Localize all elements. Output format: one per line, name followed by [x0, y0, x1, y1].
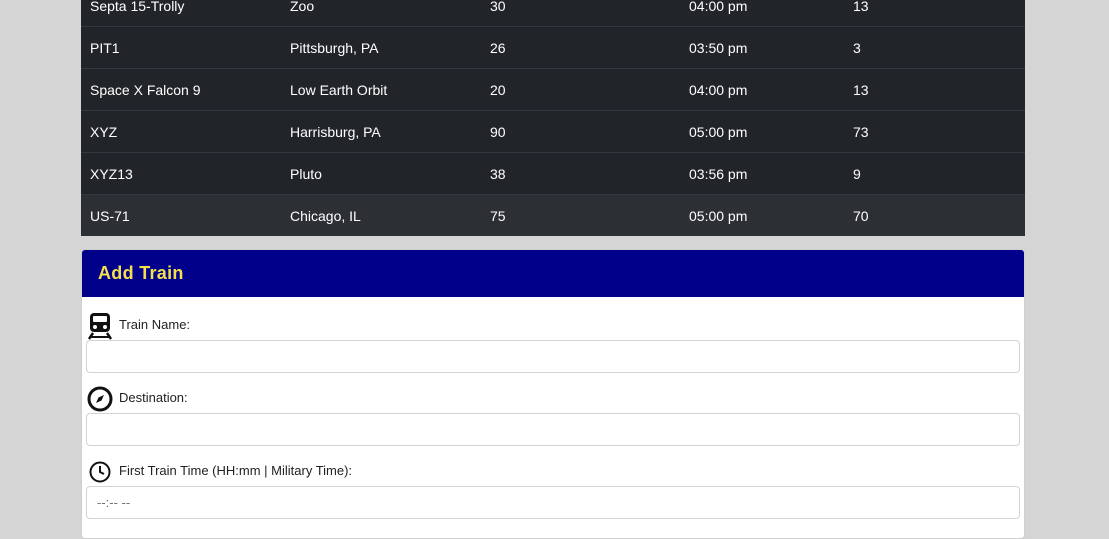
table-row: PIT1 Pittsburgh, PA 26 03:50 pm 3 [81, 26, 1025, 68]
add-train-header: Add Train [82, 250, 1024, 297]
clock-icon [86, 458, 114, 486]
train-name-cell: Space X Falcon 9 [90, 81, 201, 98]
table-row: Septa 15-Trolly Zoo 30 04:00 pm 13 [81, 0, 1025, 26]
frequency-cell: 38 [490, 165, 506, 182]
frequency-cell: 90 [490, 123, 506, 140]
first-train-time-input[interactable]: --:-- -- [86, 486, 1020, 519]
next-arrival-cell: 03:56 pm [689, 165, 748, 182]
card-title: Add Train [98, 263, 184, 283]
frequency-cell: 20 [490, 81, 506, 98]
frequency-cell: 26 [490, 39, 506, 56]
minutes-away-cell: 9 [853, 165, 861, 182]
first-train-time-label: First Train Time (HH:mm | Military Time)… [119, 462, 353, 478]
frequency-cell: 75 [490, 207, 506, 224]
train-icon [86, 312, 114, 340]
destination-cell: Low Earth Orbit [290, 81, 388, 98]
minutes-away-cell: 73 [853, 123, 869, 140]
compass-icon [86, 385, 114, 413]
train-name-cell: US-71 [90, 207, 130, 224]
table-row: XYZ Harrisburg, PA 90 05:00 pm 73 [81, 110, 1025, 152]
first-train-time-group: First Train Time (HH:mm | Military Time)… [82, 458, 1024, 519]
frequency-cell: 30 [490, 0, 506, 14]
destination-cell: Zoo [290, 0, 315, 14]
next-arrival-cell: 03:50 pm [689, 39, 748, 56]
destination-cell: Pittsburgh, PA [290, 39, 379, 56]
minutes-away-cell: 13 [853, 81, 869, 98]
add-train-card: Add Train Train Name: Destination: First… [81, 249, 1025, 539]
table-row: XYZ13 Pluto 38 03:56 pm 9 [81, 152, 1025, 194]
minutes-away-cell: 70 [853, 207, 869, 224]
train-name-cell: PIT1 [90, 39, 120, 56]
train-name-label: Train Name: [119, 316, 191, 332]
train-name-group: Train Name: [82, 312, 1024, 373]
destination-input[interactable] [86, 413, 1020, 446]
next-arrival-cell: 04:00 pm [689, 0, 748, 14]
train-name-cell: XYZ [90, 123, 118, 140]
table-row: US-71 Chicago, IL 75 05:00 pm 70 [81, 194, 1025, 236]
time-value: --:-- -- [97, 495, 131, 510]
next-arrival-cell: 05:00 pm [689, 123, 748, 140]
train-schedule-table: Septa 15-Trolly Zoo 30 04:00 pm 13 PIT1 … [81, 0, 1025, 236]
next-arrival-cell: 04:00 pm [689, 81, 748, 98]
destination-cell: Harrisburg, PA [290, 123, 381, 140]
train-name-input[interactable] [86, 340, 1020, 373]
destination-cell: Chicago, IL [290, 207, 361, 224]
destination-label: Destination: [119, 389, 188, 405]
train-name-cell: XYZ13 [90, 165, 133, 182]
destination-group: Destination: [82, 385, 1024, 446]
minutes-away-cell: 3 [853, 39, 861, 56]
next-arrival-cell: 05:00 pm [689, 207, 748, 224]
table-row: Space X Falcon 9 Low Earth Orbit 20 04:0… [81, 68, 1025, 110]
train-name-cell: Septa 15-Trolly [90, 0, 185, 14]
minutes-away-cell: 13 [853, 0, 869, 14]
destination-cell: Pluto [290, 165, 322, 182]
